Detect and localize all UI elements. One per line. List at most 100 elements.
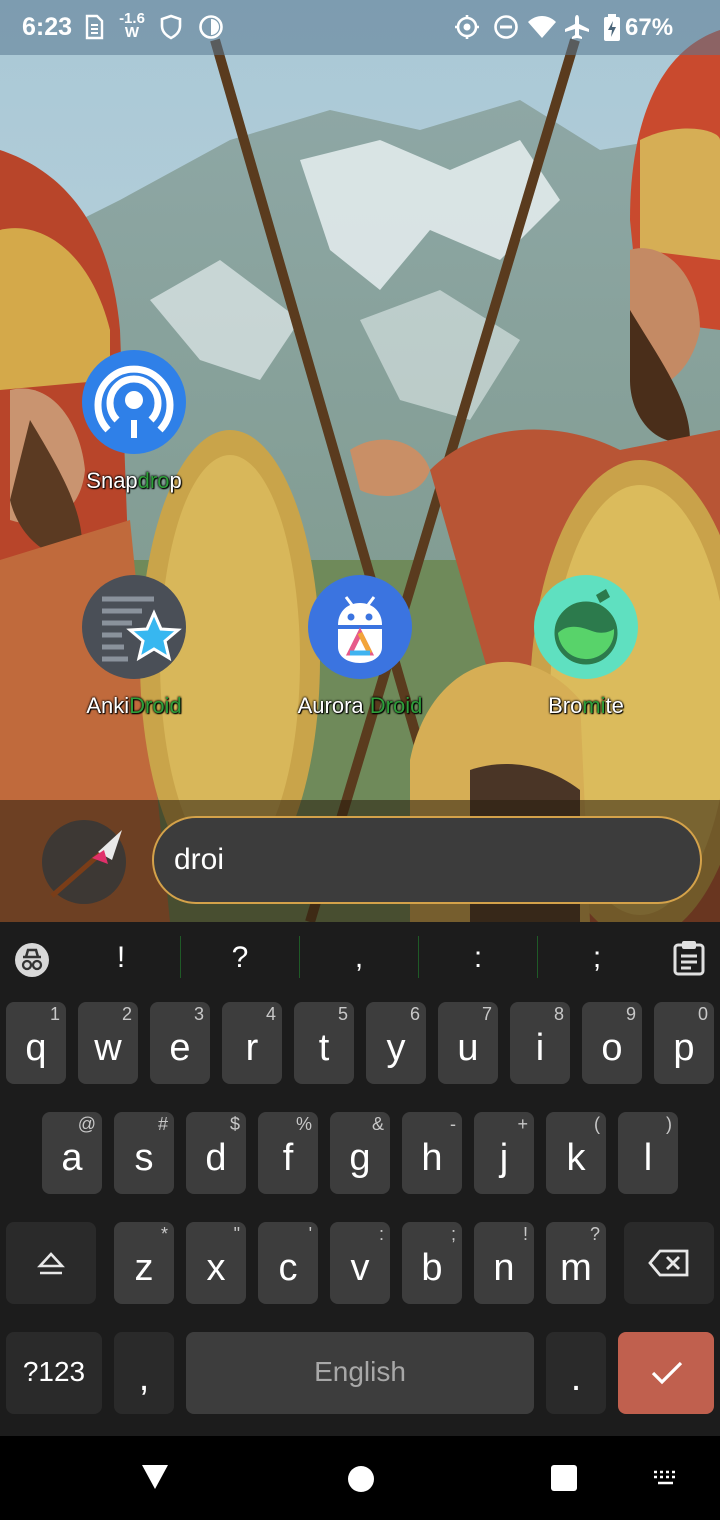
key-b[interactable]: ; b (402, 1222, 462, 1304)
key-label: . (570, 1357, 582, 1399)
back-icon[interactable] (140, 1463, 170, 1491)
key-f[interactable]: % f (258, 1112, 318, 1194)
app-bromite[interactable]: Bromite (486, 575, 686, 719)
space-key[interactable]: English (186, 1332, 534, 1414)
label-part: Aurora (297, 693, 370, 718)
backspace-key[interactable] (624, 1222, 714, 1304)
key-label: d (205, 1137, 227, 1179)
location-icon (455, 15, 479, 39)
shift-key[interactable] (6, 1222, 96, 1304)
key-hint: % (295, 1114, 312, 1134)
key-p[interactable]: 0p (654, 1002, 714, 1084)
keyboard-switch-icon[interactable] (652, 1469, 680, 1487)
app-aurora-droid[interactable]: Aurora Droid (260, 575, 460, 719)
battery-percentage: 67% (625, 14, 674, 41)
suggestion-item[interactable]: , (300, 922, 418, 994)
home-icon[interactable] (347, 1465, 375, 1493)
key-label: English (314, 1356, 406, 1387)
key-hint: 7 (481, 1004, 492, 1024)
key-label: k (566, 1137, 586, 1179)
broadcast-icon (82, 350, 186, 454)
suggestion-item[interactable]: : (419, 922, 537, 994)
key-hint: 8 (553, 1004, 564, 1024)
power-readout-unit: W (124, 24, 140, 41)
airplane-icon (565, 15, 589, 39)
key-j[interactable]: + j (474, 1112, 534, 1194)
suggestion-item[interactable]: ! (62, 922, 180, 994)
key-hint: + (517, 1114, 528, 1134)
clipboard-icon[interactable] (672, 940, 706, 976)
checkmark-icon (651, 1361, 683, 1385)
key-h[interactable]: -h (402, 1112, 462, 1194)
suggestion-item[interactable]: ; (538, 922, 656, 994)
key-n[interactable]: ! n (474, 1222, 534, 1304)
key-label: o (601, 1027, 623, 1069)
key-label: , (138, 1357, 150, 1399)
app-snapdrop[interactable]: Snapdrop (34, 350, 234, 494)
label-match: mi (582, 693, 606, 718)
key-label: m (560, 1247, 592, 1289)
app-label: Snapdrop (34, 468, 234, 494)
enter-key[interactable] (618, 1332, 714, 1414)
key-hint: 2 (121, 1004, 132, 1024)
period-key[interactable]: . (546, 1332, 606, 1414)
key-g[interactable]: & g (330, 1112, 390, 1194)
key-label: l (643, 1137, 653, 1179)
shield-icon (160, 14, 182, 40)
key-label: z (134, 1247, 154, 1289)
key-t[interactable]: 5t (294, 1002, 354, 1084)
suggestion-item[interactable]: ? (181, 922, 299, 994)
key-label: u (457, 1027, 479, 1069)
android-icon (308, 575, 412, 679)
key-hint: 6 (409, 1004, 420, 1024)
key-o[interactable]: 9o (582, 1002, 642, 1084)
key-hint: $ (229, 1114, 240, 1134)
app-label: AnkiDroid (34, 693, 234, 719)
key-hint: 5 (337, 1004, 348, 1024)
key-label: n (493, 1247, 515, 1289)
incognito-icon[interactable] (14, 942, 50, 978)
shift-icon (37, 1252, 65, 1275)
key-e[interactable]: 3e (150, 1002, 210, 1084)
key-label: p (673, 1027, 695, 1069)
launcher-menu-button[interactable] (42, 820, 126, 904)
key-v[interactable]: :v (330, 1222, 390, 1304)
comma-key[interactable]: , (114, 1332, 174, 1414)
key-label: y (386, 1027, 406, 1069)
key-hint: 3 (193, 1004, 204, 1024)
key-label: i (535, 1027, 545, 1069)
key-w[interactable]: 2w (78, 1002, 138, 1084)
symbols-key[interactable]: ?123 (6, 1332, 102, 1414)
key-hint: 0 (697, 1004, 708, 1024)
key-d[interactable]: $ d (186, 1112, 246, 1194)
key-a[interactable]: @ a (42, 1112, 102, 1194)
key-label: h (421, 1137, 443, 1179)
key-l[interactable]: ) l (618, 1112, 678, 1194)
key-label: x (206, 1247, 226, 1289)
key-k[interactable]: (k (546, 1112, 606, 1194)
suggestion-strip: ! ? , : ; (0, 922, 720, 994)
key-c[interactable]: ' c (258, 1222, 318, 1304)
key-y[interactable]: 6y (366, 1002, 426, 1084)
key-hint: " (233, 1224, 240, 1244)
key-label: r (245, 1027, 259, 1069)
search-input[interactable] (152, 816, 702, 904)
label-match: Droid (369, 693, 423, 718)
label-match: dro (137, 468, 170, 493)
label-part: te (605, 693, 624, 718)
key-x[interactable]: " x (186, 1222, 246, 1304)
key-u[interactable]: 7u (438, 1002, 498, 1084)
label-part: Snap (86, 468, 138, 493)
key-i[interactable]: 8i (510, 1002, 570, 1084)
recents-icon[interactable] (550, 1464, 578, 1492)
key-z[interactable]: * z (114, 1222, 174, 1304)
key-q[interactable]: 1q (6, 1002, 66, 1084)
key-label: t (318, 1027, 330, 1069)
wifi-icon (528, 16, 556, 38)
key-m[interactable]: ? m (546, 1222, 606, 1304)
key-label: q (25, 1027, 47, 1069)
app-ankidroid[interactable]: AnkiDroid (34, 575, 234, 719)
key-label: b (421, 1247, 443, 1289)
key-r[interactable]: 4r (222, 1002, 282, 1084)
key-s[interactable]: # s (114, 1112, 174, 1194)
